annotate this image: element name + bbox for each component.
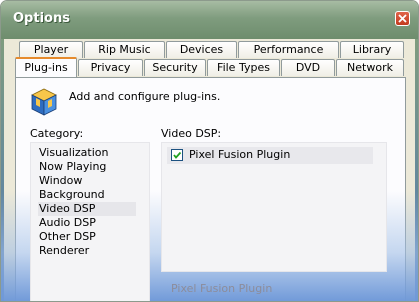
tab-dvd[interactable]: DVD — [281, 59, 335, 76]
plugin-checkbox[interactable] — [171, 149, 183, 161]
category-item-now-playing[interactable]: Now Playing — [38, 160, 136, 174]
plugin-row[interactable]: Pixel Fusion Plugin — [167, 147, 373, 164]
close-button[interactable] — [395, 11, 410, 26]
tab-plug-ins[interactable]: Plug-ins — [15, 57, 77, 77]
tab-security[interactable]: Security — [144, 59, 206, 76]
options-window: Options Player Rip Music Devices Perform… — [0, 0, 419, 302]
intro-text: Add and configure plug-ins. — [69, 90, 221, 103]
category-item-audio-dsp[interactable]: Audio DSP — [38, 216, 136, 230]
plug-ins-icon — [28, 85, 60, 121]
tab-devices[interactable]: Devices — [166, 41, 237, 58]
close-icon — [398, 14, 407, 23]
tab-network[interactable]: Network — [336, 59, 404, 76]
category-label: Category: — [30, 127, 84, 140]
plugin-name: Pixel Fusion Plugin — [189, 148, 291, 161]
category-item-video-dsp[interactable]: Video DSP — [38, 202, 136, 216]
tab-library[interactable]: Library — [340, 41, 404, 58]
tab-privacy[interactable]: Privacy — [78, 59, 143, 76]
tab-player[interactable]: Player — [19, 41, 83, 58]
tab-rip-music[interactable]: Rip Music — [84, 41, 165, 58]
plugin-description-title: Pixel Fusion Plugin — [171, 282, 273, 295]
category-item-window[interactable]: Window — [38, 174, 136, 188]
tab-strip: Player Rip Music Devices Performance Lib… — [15, 41, 406, 77]
tab-performance[interactable]: Performance — [238, 41, 339, 58]
window-title: Options — [13, 11, 70, 26]
tab-file-types[interactable]: File Types — [207, 59, 280, 76]
video-dsp-label: Video DSP: — [161, 127, 222, 140]
category-item-other-dsp[interactable]: Other DSP — [38, 230, 136, 244]
title-bar[interactable]: Options — [1, 1, 418, 39]
plugin-list[interactable]: Pixel Fusion Plugin — [161, 142, 387, 272]
category-item-visualization[interactable]: Visualization — [38, 146, 136, 160]
category-list[interactable]: Visualization Now Playing Window Backgro… — [30, 142, 150, 301]
category-item-renderer[interactable]: Renderer — [38, 244, 136, 258]
checkmark-icon — [173, 151, 182, 159]
category-item-background[interactable]: Background — [38, 188, 136, 202]
